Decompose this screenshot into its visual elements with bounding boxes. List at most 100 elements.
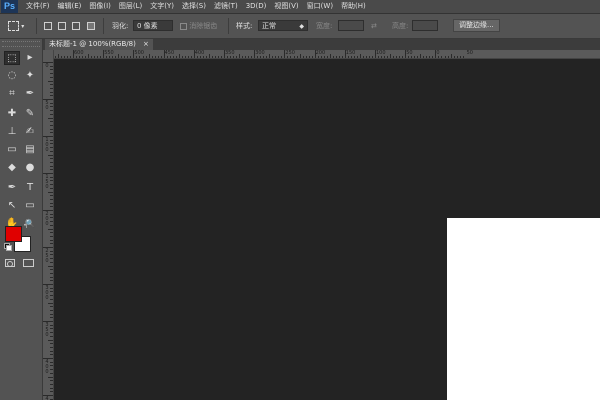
feather-input[interactable]: 0 像素 (133, 20, 173, 31)
ruler-tick (356, 56, 358, 58)
menu-layer[interactable]: 图层(L) (115, 0, 146, 13)
eraser-icon[interactable]: ▭ (4, 143, 20, 157)
ruler-tick (50, 269, 53, 271)
menu-type[interactable]: 文字(Y) (146, 0, 178, 13)
add-to-selection-icon[interactable] (58, 22, 66, 30)
ruler-tick (293, 56, 295, 58)
brush-icon[interactable]: ✎ (22, 107, 38, 121)
ruler-tick (76, 56, 77, 58)
ruler-tick (381, 56, 382, 58)
ruler-tick (196, 56, 198, 58)
ruler-tick (67, 56, 68, 58)
ruler-tick (50, 354, 53, 356)
vertical-ruler[interactable]: 050100150200250300350400450 (43, 50, 54, 400)
ruler-label: 50 (45, 100, 49, 111)
ruler-tick (50, 121, 53, 123)
height-input[interactable] (412, 20, 438, 31)
width-input[interactable] (338, 20, 364, 31)
menu-help[interactable]: 帮助(H) (337, 0, 370, 13)
default-colors-icon[interactable] (4, 243, 12, 251)
move-icon[interactable]: ▸ (22, 51, 38, 65)
path-selection-icon[interactable]: ↖ (4, 199, 20, 213)
panel-grip[interactable] (2, 41, 40, 47)
menu-window[interactable]: 窗口(W) (303, 0, 337, 13)
tool-preset-picker[interactable]: ▾ (8, 14, 24, 38)
foreground-color-swatch[interactable] (5, 226, 22, 242)
subtract-from-selection-icon[interactable] (72, 22, 80, 30)
eyedropper-icon[interactable]: ✒ (22, 87, 38, 101)
ruler-tick (438, 56, 440, 58)
pen-icon[interactable]: ✒ (4, 181, 20, 195)
history-brush-icon[interactable]: ✍ (22, 125, 38, 139)
ruler-tick (121, 56, 123, 58)
antialias-checkbox[interactable]: 消除锯齿 (180, 14, 217, 38)
gradient-icon[interactable]: ▤ (22, 143, 38, 157)
lasso-icon[interactable]: ◌ (4, 69, 20, 83)
horizontal-ruler[interactable]: 600 550 500 450 400 350 300 250 200 150 100 50 0 50 (53, 50, 600, 59)
menu-select[interactable]: 选择(S) (178, 0, 210, 13)
marquee-preset-icon (8, 21, 19, 31)
intersect-selection-icon[interactable] (87, 22, 95, 30)
ruler-tick (48, 191, 53, 193)
crop-icon[interactable]: ⌗ (4, 87, 20, 101)
swap-colors-icon[interactable]: ↰ (23, 223, 28, 230)
clone-stamp-icon[interactable]: ⊥ (4, 125, 20, 139)
new-selection-icon[interactable] (44, 22, 52, 30)
ruler-tick (48, 265, 53, 267)
style-select[interactable]: 正常 ◆ (258, 20, 308, 31)
ruler-tick (245, 56, 247, 58)
ruler-tick (142, 56, 144, 58)
ruler-tick (50, 73, 53, 75)
type-icon[interactable]: T (22, 181, 38, 195)
ruler-label: 400 (45, 359, 49, 375)
ruler-tick (127, 56, 129, 58)
ruler-tick (50, 147, 53, 149)
menu-3d[interactable]: 3D(D) (242, 0, 271, 13)
ruler-tick (50, 69, 53, 71)
ruler-tick (88, 54, 90, 58)
refine-edge-button[interactable]: 调整边缘... (453, 19, 500, 32)
ruler-tick (50, 161, 53, 163)
feather-label: 羽化: (112, 22, 129, 30)
magic-wand-icon[interactable]: ✦ (22, 69, 38, 83)
chevron-down-icon: ◆ (299, 23, 304, 30)
ruler-tick (290, 56, 292, 58)
quick-mask-icon[interactable] (5, 259, 15, 267)
screen-mode-icon[interactable] (23, 259, 34, 267)
style-label: 样式: (236, 22, 253, 30)
ruler-tick (50, 350, 53, 352)
ruler-tick (50, 372, 53, 374)
document-tab[interactable]: 未标题-1 @ 100%(RGB/8) × (45, 39, 153, 50)
separator (228, 18, 229, 34)
ruler-tick (218, 56, 219, 58)
ruler-tick (50, 258, 53, 260)
ruler-label: 300 (45, 285, 49, 301)
menu-edit[interactable]: 编辑(E) (54, 0, 86, 13)
healing-brush-icon[interactable]: ✚ (4, 107, 20, 121)
ruler-tick (50, 254, 53, 256)
ruler-label: 100 (45, 137, 49, 153)
document-canvas[interactable] (447, 218, 600, 400)
ruler-tick (462, 56, 464, 58)
ruler-tick (48, 117, 53, 119)
menu-image[interactable]: 图像(I) (85, 0, 115, 13)
ruler-tick (50, 317, 53, 319)
menu-filter[interactable]: 滤镜(T) (210, 0, 242, 13)
shape-icon[interactable]: ▭ (22, 199, 38, 213)
ruler-tick (160, 56, 162, 58)
ruler-tick (251, 56, 253, 58)
blur-icon[interactable]: ◆ (4, 161, 20, 175)
ruler-tick (338, 56, 340, 58)
menu-file[interactable]: 文件(F) (22, 0, 54, 13)
ruler-tick (97, 56, 99, 58)
menu-view[interactable]: 视图(V) (270, 0, 302, 13)
swap-dimensions-icon[interactable]: ⇄ (371, 14, 377, 38)
ruler-tick (214, 56, 216, 58)
marquee-icon[interactable]: ⬚ (4, 51, 20, 65)
ruler-tick (420, 54, 422, 58)
options-bar: ▾ 羽化: 0 像素 消除锯齿 样式: 正常 ◆ 宽度: ⇄ 高度: 调整边缘.… (0, 14, 600, 39)
menu-bar: Ps 文件(F) 编辑(E) 图像(I) 图层(L) 文字(Y) 选择(S) 滤… (0, 0, 600, 14)
dodge-icon[interactable]: ● (22, 161, 38, 175)
close-icon[interactable]: × (143, 40, 149, 48)
ruler-tick (169, 56, 171, 58)
